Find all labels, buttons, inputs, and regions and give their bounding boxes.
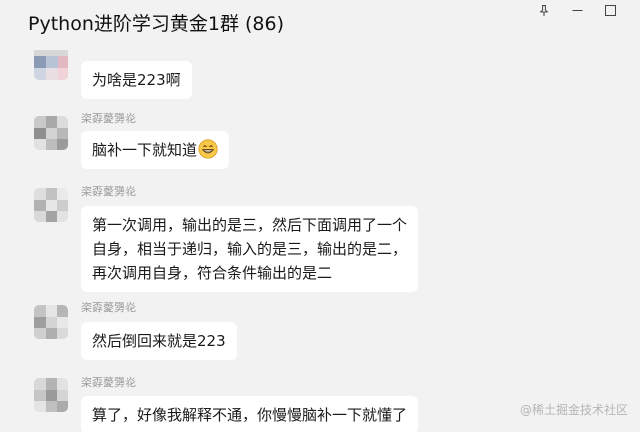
message-bubble[interactable]: 第一次调用，输出的是三，然后下面调用了一个 自身，相当于递归，输入的是三，输出的… xyxy=(81,206,419,292)
sender-name[interactable]: 栥孬薆勥炛 xyxy=(81,183,136,199)
watermark: @稀土掘金技术社区 xyxy=(519,403,628,417)
message-text: 脑补一下就知道 xyxy=(92,141,198,159)
avatar[interactable] xyxy=(34,378,68,412)
sender-name[interactable]: 栥孬薆勥炛 xyxy=(81,110,136,126)
avatar[interactable] xyxy=(34,188,68,222)
chat-title: Python进阶学习黄金1群 (86) xyxy=(28,13,284,35)
maximize-button[interactable] xyxy=(596,0,624,20)
message-bubble[interactable]: 然后倒回来就是223 xyxy=(81,322,237,360)
message-bubble[interactable]: 为啥是223啊 xyxy=(81,61,192,99)
chat-header: Python进阶学习黄金1群 (86) xyxy=(0,0,640,50)
pin-button[interactable] xyxy=(530,0,558,20)
message-text: 算了，好像我解释不通，你慢慢脑补一下就懂了 xyxy=(92,406,408,424)
sender-name[interactable]: 栥孬薆勥炛 xyxy=(81,374,136,390)
minimize-icon xyxy=(572,5,583,16)
minimize-button[interactable] xyxy=(563,0,591,20)
maximize-icon xyxy=(604,4,616,16)
message-text: 然后倒回来就是223 xyxy=(92,332,226,350)
avatar[interactable] xyxy=(34,116,68,150)
message-list[interactable]: 为啥是223啊 栥孬薆勥炛 脑补一下就知道 栥孬薆勥炛 第一次调用，输出的是三，… xyxy=(0,0,640,432)
chat-window: 为啥是223啊 栥孬薆勥炛 脑补一下就知道 栥孬薆勥炛 第一次调用，输出的是三，… xyxy=(0,0,640,432)
message-text: 第一次调用，输出的是三，然后下面调用了一个 xyxy=(92,216,408,234)
avatar[interactable] xyxy=(34,46,68,80)
avatar[interactable] xyxy=(34,305,68,339)
message-text: 自身，相当于递归，输入的是三，输出的是二， xyxy=(92,240,408,258)
grinning-face-icon xyxy=(198,139,218,159)
message-bubble[interactable]: 算了，好像我解释不通，你慢慢脑补一下就懂了 xyxy=(81,396,419,432)
message-text: 再次调用自身，符合条件输出的是二 xyxy=(92,264,333,282)
pin-icon xyxy=(538,4,550,17)
message-text: 为啥是223啊 xyxy=(92,71,181,89)
sender-name[interactable]: 栥孬薆勥炛 xyxy=(81,299,136,315)
message-bubble[interactable]: 脑补一下就知道 xyxy=(81,131,230,169)
